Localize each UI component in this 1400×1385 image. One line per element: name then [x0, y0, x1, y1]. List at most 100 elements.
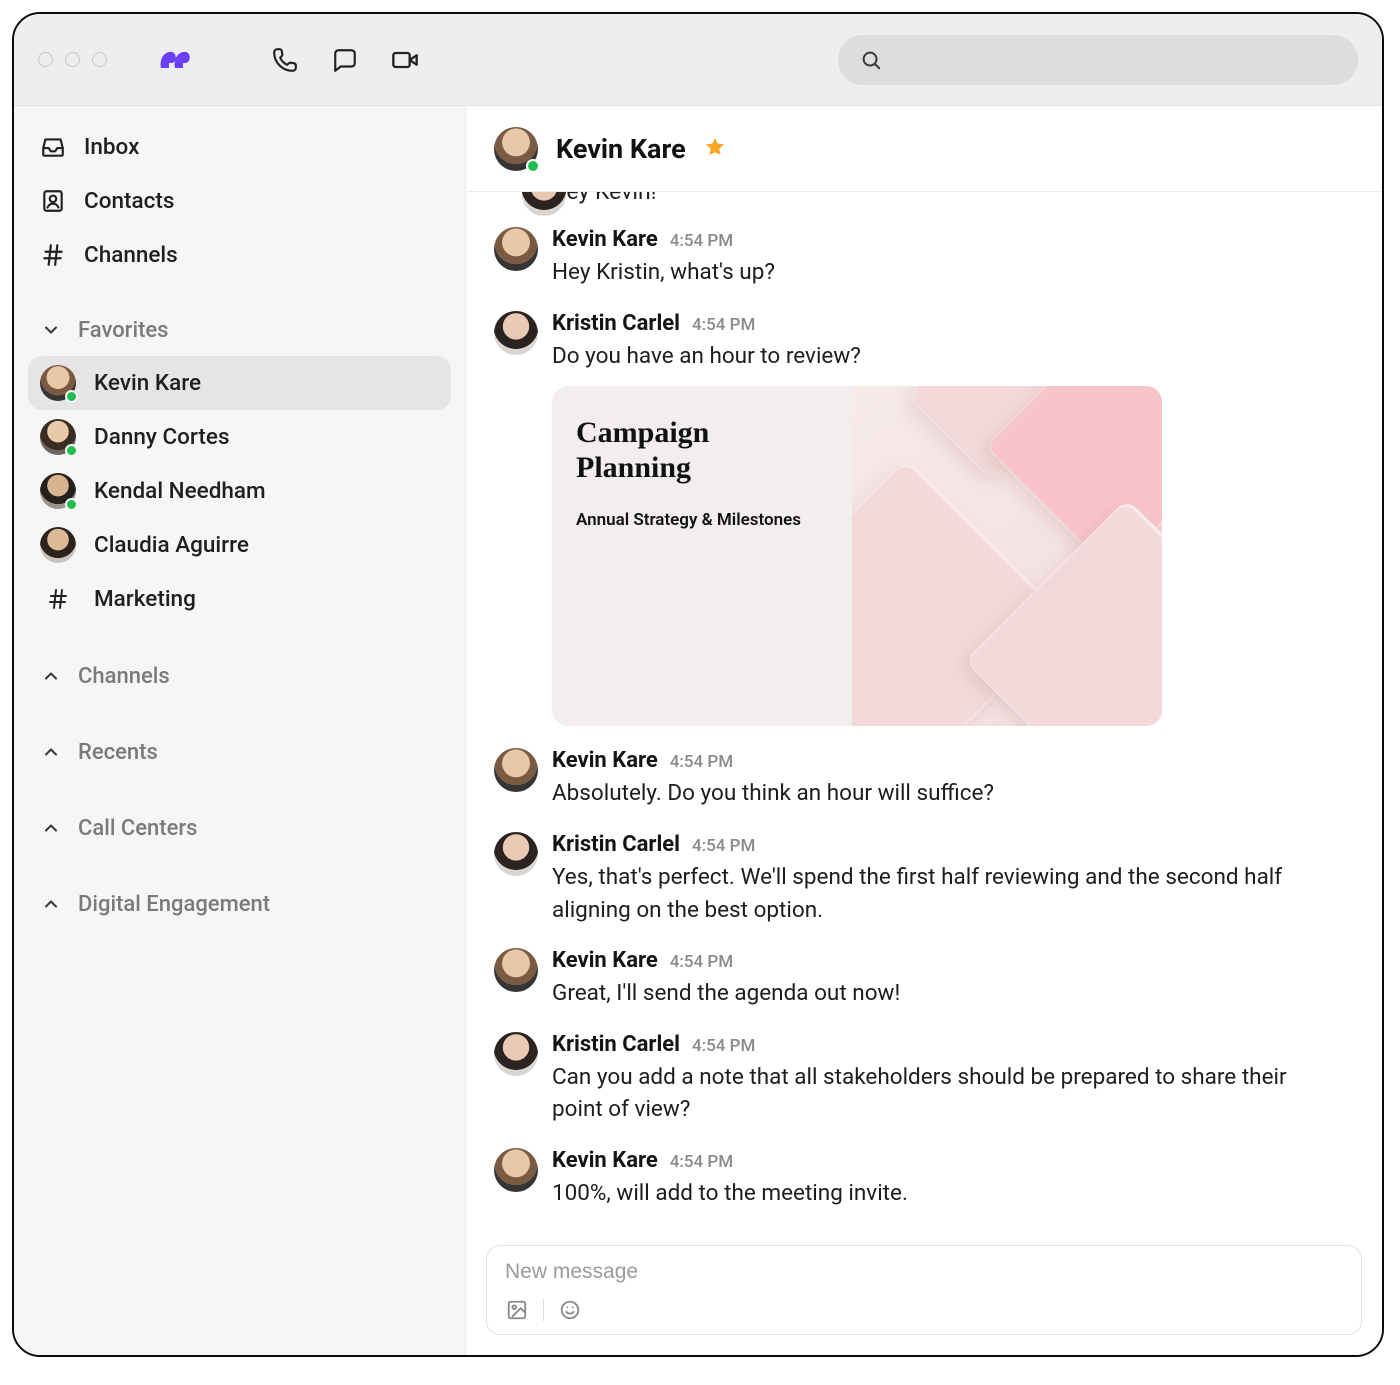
message: Kevin Kare 4:54 PM Absolutely. Do you thin…: [494, 748, 1354, 810]
message: Kevin Kare 4:54 PM Great, I'll send the ag…: [494, 948, 1354, 1010]
section-header[interactable]: Call Centers: [28, 802, 451, 854]
message-sender: Kevin Kare: [552, 948, 658, 973]
message-text: Hey Kristin, what's up?: [552, 256, 1332, 289]
message-sender: Kristin Carlel: [552, 832, 680, 857]
section-label: Digital Engagement: [78, 892, 270, 917]
message-time: 4:54 PM: [670, 752, 733, 772]
avatar: [494, 832, 538, 876]
maximize-window-button[interactable]: [92, 52, 107, 67]
avatar: [522, 192, 566, 216]
search-icon: [860, 49, 882, 71]
nav-label: Contacts: [84, 188, 174, 214]
nav-contacts[interactable]: Contacts: [28, 174, 451, 228]
message-time: 4:54 PM: [670, 952, 733, 972]
message-text: Hey Kevin!: [550, 192, 1354, 205]
hash-icon: [40, 242, 66, 268]
message: Kristin Carlel 4:54 PM Yes, that's perfect…: [494, 832, 1354, 926]
avatar: [40, 419, 76, 455]
chat-panel: Kevin Kare Hey Kevin! Kevin Kare4:54 PMH…: [466, 106, 1382, 1355]
video-icon[interactable]: [389, 44, 421, 76]
chevron-up-icon: [40, 665, 62, 687]
nav-inbox[interactable]: Inbox: [28, 120, 451, 174]
attachment-title: Campaign Planning: [576, 416, 828, 485]
attachment-card[interactable]: Campaign Planning Annual Strategy & Miles…: [552, 386, 1162, 726]
message-list: Hey Kevin! Kevin Kare 4:54 PM Hey Kristin,…: [466, 192, 1382, 1235]
window-controls: [38, 52, 107, 67]
favorite-label: Marketing: [94, 586, 196, 612]
section-header[interactable]: Channels: [28, 650, 451, 702]
chevron-down-icon: [40, 319, 62, 341]
avatar: [494, 748, 538, 792]
emoji-icon[interactable]: [558, 1298, 582, 1322]
app-window: Inbox Contacts Channels Favorites Kevin …: [12, 12, 1384, 1357]
section-header[interactable]: Digital Engagement: [28, 878, 451, 930]
attach-image-icon[interactable]: [505, 1298, 529, 1322]
message: Kevin Kare 4:54 PM Hey Kristin, what's up?: [494, 227, 1354, 289]
avatar: [40, 473, 76, 509]
phone-icon[interactable]: [269, 44, 301, 76]
attachment-image: [852, 386, 1162, 726]
message-sender: Kevin Kare: [552, 227, 658, 252]
message-sender: Kevin Kare: [552, 1148, 658, 1173]
message-text: Great, I'll send the agenda out now!: [552, 977, 1332, 1010]
star-icon[interactable]: [704, 136, 726, 162]
message-time: 4:54 PM: [692, 1036, 755, 1056]
close-window-button[interactable]: [38, 52, 53, 67]
search-bar[interactable]: [838, 35, 1358, 85]
favorite-label: Kendal Needham: [94, 478, 266, 504]
avatar: [494, 1032, 538, 1076]
section-label: Recents: [78, 740, 158, 765]
chat-title: Kevin Kare: [556, 133, 686, 165]
section-label: Channels: [78, 664, 170, 689]
message: Kristin Carlel 4:54 PM Do you have an hour…: [494, 311, 1354, 727]
attachment-subtitle: Annual Strategy & Milestones: [576, 509, 828, 532]
message-text: Absolutely. Do you think an hour will su…: [552, 777, 1332, 810]
avatar: [494, 311, 538, 355]
message-text: Can you add a note that all stakeholders…: [552, 1061, 1332, 1126]
chat-header-avatar: [494, 127, 538, 171]
message-time: 4:54 PM: [692, 315, 755, 335]
contacts-icon: [40, 188, 66, 214]
hash-icon: [40, 581, 76, 617]
avatar: [494, 948, 538, 992]
avatar: [494, 227, 538, 271]
message-composer[interactable]: [486, 1245, 1362, 1335]
nav-label: Inbox: [84, 134, 139, 160]
favorite-item[interactable]: Danny Cortes: [28, 410, 451, 464]
favorite-label: Claudia Aguirre: [94, 532, 249, 558]
chevron-up-icon: [40, 817, 62, 839]
favorite-item[interactable]: Kevin Kare: [28, 356, 451, 410]
avatar: [40, 365, 76, 401]
favorite-label: Kevin Kare: [94, 370, 201, 396]
inbox-icon: [40, 134, 66, 160]
message: Kevin Kare 4:54 PM 100%, will add to the m…: [494, 1148, 1354, 1210]
message-text: Do you have an hour to review?: [552, 340, 1332, 373]
favorite-item[interactable]: Kendal Needham: [28, 464, 451, 518]
section-favorites[interactable]: Favorites: [28, 304, 451, 356]
favorite-label: Danny Cortes: [94, 424, 230, 450]
chevron-up-icon: [40, 741, 62, 763]
divider: [543, 1299, 544, 1321]
message-time: 4:54 PM: [670, 1152, 733, 1172]
message-text: 100%, will add to the meeting invite.: [552, 1177, 1332, 1210]
composer-input[interactable]: [505, 1260, 1343, 1284]
avatar: [494, 1148, 538, 1192]
message-text: Yes, that's perfect. We'll spend the fir…: [552, 861, 1332, 926]
minimize-window-button[interactable]: [65, 52, 80, 67]
nav-channels[interactable]: Channels: [28, 228, 451, 282]
avatar: [40, 527, 76, 563]
favorite-item[interactable]: Claudia Aguirre: [28, 518, 451, 572]
section-label: Call Centers: [78, 816, 198, 841]
sidebar: Inbox Contacts Channels Favorites Kevin …: [14, 106, 466, 1355]
message-sender: Kristin Carlel: [552, 311, 680, 336]
message-time: 4:54 PM: [670, 231, 733, 251]
titlebar: [14, 14, 1382, 106]
section-header[interactable]: Recents: [28, 726, 451, 778]
message-sender: Kristin Carlel: [552, 1032, 680, 1057]
message-sender: Kevin Kare: [552, 748, 658, 773]
chat-icon[interactable]: [329, 44, 361, 76]
favorite-item[interactable]: Marketing: [28, 572, 451, 626]
chevron-up-icon: [40, 893, 62, 915]
message-time: 4:54 PM: [692, 836, 755, 856]
app-logo: [155, 40, 195, 80]
